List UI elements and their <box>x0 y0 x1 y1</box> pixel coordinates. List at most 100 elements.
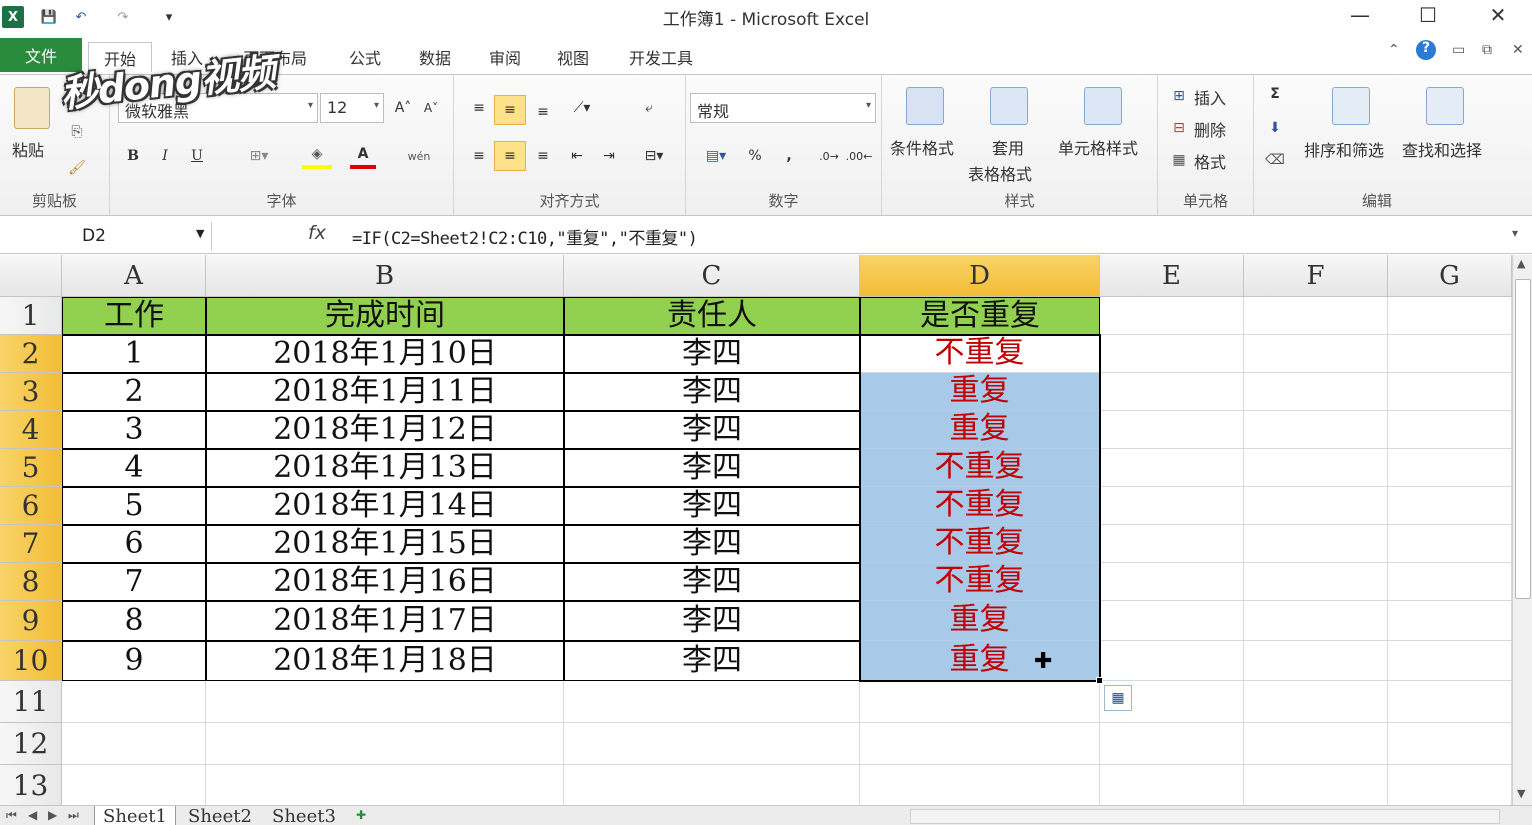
result-cell[interactable]: 不重复 <box>860 563 1100 601</box>
data-cell[interactable]: 9 <box>62 641 206 681</box>
cell[interactable] <box>860 765 1100 805</box>
cell[interactable] <box>1388 765 1512 805</box>
cell[interactable] <box>1244 765 1388 805</box>
data-cell[interactable]: 李四 <box>564 335 860 373</box>
cell[interactable] <box>1388 723 1512 765</box>
cell[interactable] <box>1244 373 1388 411</box>
increase-indent-icon[interactable]: ⇥ <box>596 143 622 169</box>
column-header-e[interactable]: E <box>1100 255 1244 297</box>
data-cell[interactable]: 2 <box>62 373 206 411</box>
accounting-format-icon[interactable]: ▤▾ <box>696 145 736 167</box>
row-header-6[interactable]: 6 <box>0 487 62 525</box>
data-cell[interactable]: 2018年1月11日 <box>206 373 564 411</box>
data-cell[interactable]: 李四 <box>564 601 860 641</box>
first-sheet-icon[interactable]: ⏮ <box>6 808 17 823</box>
minimize-button[interactable]: — <box>1330 0 1390 30</box>
fill-color-icon[interactable]: ◈ <box>302 143 332 169</box>
underline-button[interactable]: U <box>186 145 208 167</box>
cell[interactable] <box>62 765 206 805</box>
prev-sheet-icon[interactable]: ◀ <box>28 808 37 822</box>
tab-data[interactable]: 数据 <box>410 42 460 72</box>
column-header-d[interactable]: D <box>860 255 1100 297</box>
cell[interactable] <box>1244 563 1388 601</box>
cell[interactable] <box>1388 681 1512 723</box>
data-cell[interactable]: 1 <box>62 335 206 373</box>
last-sheet-icon[interactable]: ⏭ <box>68 808 79 823</box>
tab-view[interactable]: 视图 <box>548 42 598 72</box>
cell[interactable] <box>860 723 1100 765</box>
maximize-button[interactable]: ☐ <box>1398 0 1458 30</box>
vertical-scroll-thumb[interactable] <box>1515 279 1531 599</box>
column-header-b[interactable]: B <box>206 255 564 297</box>
delete-cells-button[interactable]: 删除 <box>1194 117 1226 141</box>
cell[interactable] <box>860 681 1100 723</box>
doc-close-icon[interactable]: ✕ <box>1512 42 1524 58</box>
grow-font-button[interactable]: A˄ <box>392 97 414 119</box>
data-cell[interactable]: 李四 <box>564 641 860 681</box>
cell[interactable] <box>1388 487 1512 525</box>
data-cell[interactable]: 3 <box>62 411 206 449</box>
borders-icon[interactable]: ⊞▾ <box>244 145 274 167</box>
format-as-table-line1[interactable]: 套用 <box>992 135 1024 159</box>
decrease-indent-icon[interactable]: ⇤ <box>564 143 590 169</box>
cell[interactable] <box>1100 411 1244 449</box>
cell[interactable] <box>1100 335 1244 373</box>
data-cell[interactable]: 李四 <box>564 449 860 487</box>
doc-minimize-icon[interactable]: ▭ <box>1452 42 1465 58</box>
row-header-12[interactable]: 12 <box>0 723 62 765</box>
data-cell[interactable]: 6 <box>62 525 206 563</box>
header-cell[interactable]: 完成时间 <box>206 297 564 335</box>
row-header-8[interactable]: 8 <box>0 563 62 601</box>
insert-sheet-icon[interactable]: ✚ <box>356 808 366 822</box>
result-cell[interactable]: 重复 <box>860 601 1100 641</box>
copy-icon[interactable]: ⎘ <box>66 121 88 143</box>
align-middle-icon[interactable]: ≡ <box>494 95 526 125</box>
cell[interactable] <box>206 723 564 765</box>
cell[interactable] <box>1388 411 1512 449</box>
cell[interactable] <box>1100 601 1244 641</box>
font-size-select[interactable]: 12 ▾ <box>320 93 384 123</box>
fill-icon[interactable]: ⬇ <box>1264 117 1286 139</box>
data-cell[interactable]: 2018年1月15日 <box>206 525 564 563</box>
cell[interactable] <box>1244 297 1388 335</box>
cell[interactable] <box>1100 487 1244 525</box>
row-header-5[interactable]: 5 <box>0 449 62 487</box>
comma-button[interactable]: , <box>778 145 800 167</box>
cell[interactable] <box>1100 765 1244 805</box>
cell[interactable] <box>1244 601 1388 641</box>
cell[interactable] <box>564 681 860 723</box>
scroll-down-icon[interactable]: ▼ <box>1517 787 1525 800</box>
cell[interactable] <box>1388 373 1512 411</box>
scroll-up-icon[interactable]: ▲ <box>1517 257 1525 270</box>
data-cell[interactable]: 李四 <box>564 563 860 601</box>
row-header-11[interactable]: 11 <box>0 681 62 723</box>
cell[interactable] <box>1100 723 1244 765</box>
cell[interactable] <box>1388 297 1512 335</box>
cell[interactable] <box>1244 411 1388 449</box>
help-icon[interactable]: ? <box>1416 40 1436 60</box>
align-bottom-icon[interactable]: ≡ <box>530 99 556 125</box>
align-right-icon[interactable]: ≡ <box>530 143 556 169</box>
data-cell[interactable]: 2018年1月13日 <box>206 449 564 487</box>
merge-center-icon[interactable]: ⊟▾ <box>636 143 672 169</box>
cell[interactable] <box>1244 681 1388 723</box>
align-top-icon[interactable]: ≡ <box>466 95 492 121</box>
row-header-9[interactable]: 9 <box>0 601 62 641</box>
cell[interactable] <box>1244 641 1388 681</box>
result-cell[interactable]: 重复 <box>860 641 1100 681</box>
sheet-tab-1[interactable]: Sheet1 <box>94 806 176 825</box>
data-cell[interactable]: 2018年1月18日 <box>206 641 564 681</box>
fill-handle[interactable] <box>1096 677 1103 684</box>
collapse-ribbon-icon[interactable]: ⌃ <box>1388 42 1400 58</box>
conditional-format-button[interactable]: 条件格式 <box>890 135 954 159</box>
insert-function-button[interactable]: fx <box>308 222 326 244</box>
data-cell[interactable]: 2018年1月16日 <box>206 563 564 601</box>
column-header-f[interactable]: F <box>1244 255 1388 297</box>
auto-fill-options-icon[interactable]: ▦ <box>1104 685 1132 711</box>
italic-button[interactable]: I <box>154 145 176 167</box>
row-header-10[interactable]: 10 <box>0 641 62 681</box>
cell[interactable] <box>1100 449 1244 487</box>
cell[interactable] <box>1244 487 1388 525</box>
select-all-button[interactable] <box>0 255 62 297</box>
bold-button[interactable]: B <box>122 145 144 167</box>
